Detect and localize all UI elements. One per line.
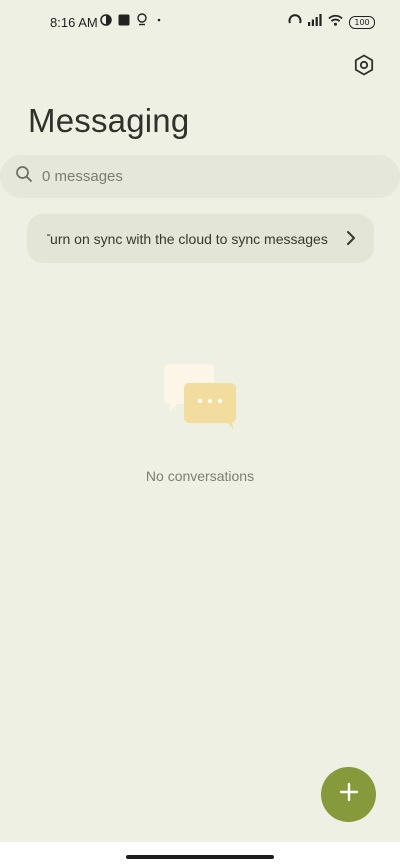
square-notification-icon [118,13,130,31]
location-pin-icon [136,13,148,31]
status-bar: 8:16 AM 100 [0,0,400,44]
chevron-right-icon [346,230,356,251]
status-left-icons [100,13,164,31]
wifi-icon [328,13,343,31]
status-right-icons: 100 [288,13,375,31]
sync-banner[interactable]: Turn on sync with the cloud to sync mess… [27,214,374,263]
sync-banner-text: Turn on sync with the cloud to sync mess… [47,230,328,247]
navigation-bar [0,842,400,866]
home-indicator[interactable] [126,855,274,859]
alarm-icon [288,13,302,31]
search-icon [15,165,33,188]
dot-icon [154,13,164,31]
chat-bubbles-icon [162,362,240,432]
signal-icon [308,13,322,31]
settings-icon [353,54,375,81]
settings-button[interactable] [351,54,377,80]
status-time: 8:16 AM [50,15,98,30]
empty-state-message: No conversations [145,468,255,484]
new-conversation-button[interactable] [321,767,376,822]
search-input[interactable] [42,168,342,185]
pie-chart-icon [100,13,112,31]
search-bar[interactable] [0,155,400,198]
plus-icon [339,782,359,807]
battery-icon: 100 [349,15,375,29]
page-title: Messaging [28,102,190,139]
